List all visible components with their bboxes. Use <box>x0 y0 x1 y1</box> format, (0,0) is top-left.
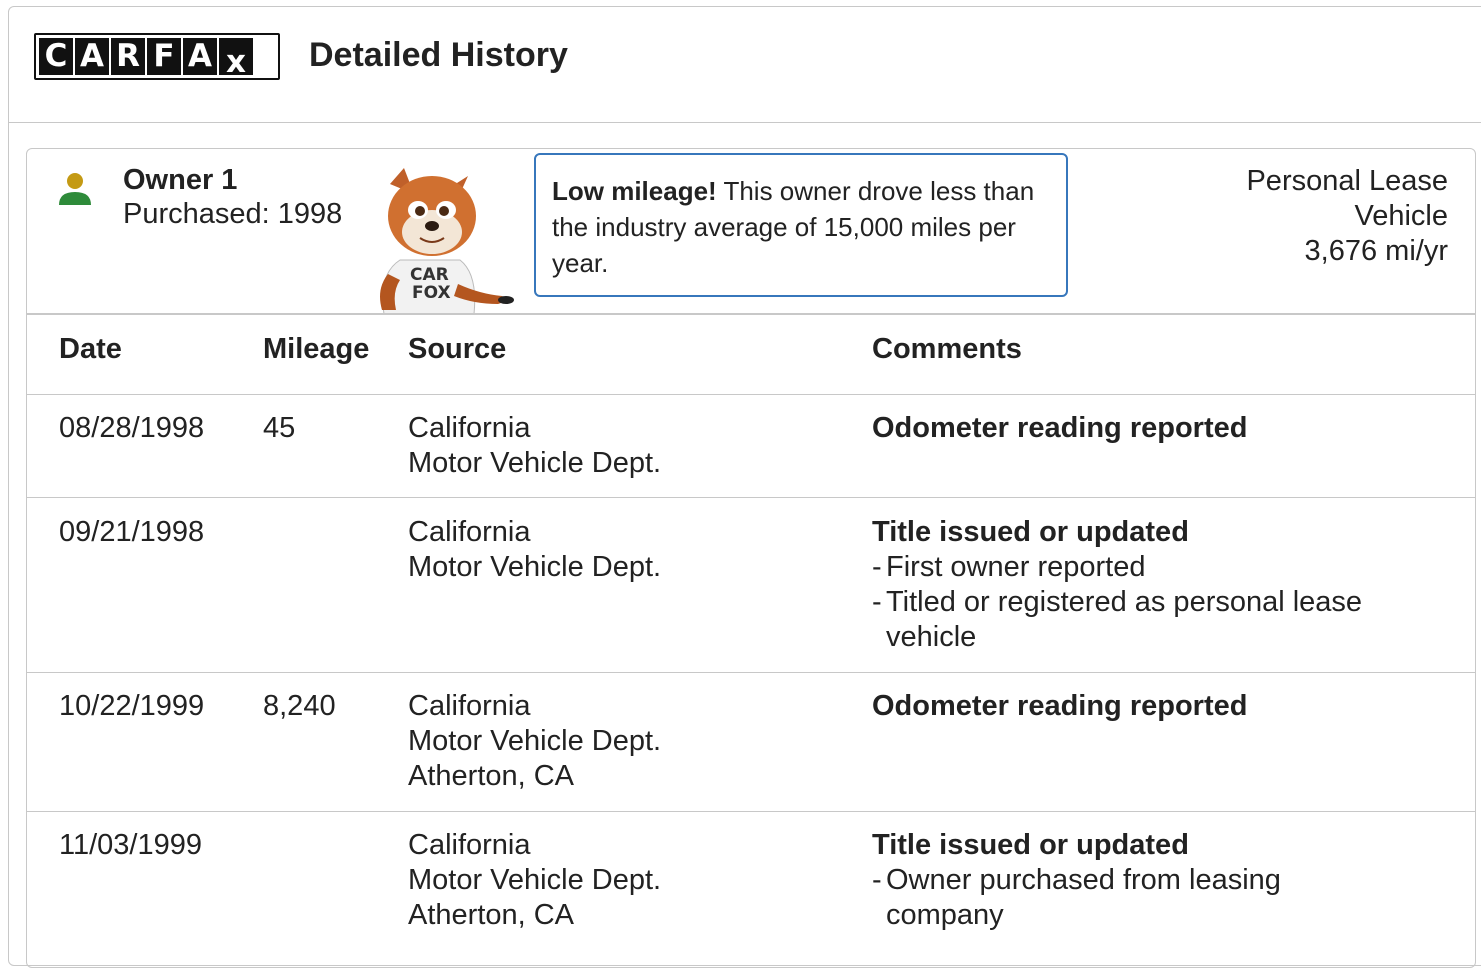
row-divider <box>27 672 1475 673</box>
row-date: 09/21/1998 <box>59 516 205 548</box>
row-date: 10/22/1999 <box>59 690 205 722</box>
col-header-mileage: Mileage <box>263 333 370 365</box>
row-comment-title: Title issued or updated <box>872 829 1189 861</box>
source-line: California <box>408 690 531 722</box>
source-line: Motor Vehicle Dept. <box>408 725 662 757</box>
usage-mileage: 3,676 mi/yr <box>1304 235 1448 267</box>
row-date: 08/28/1998 <box>59 412 205 444</box>
row-source: California Motor Vehicle Dept. Atherton,… <box>408 689 661 794</box>
row-mileage: 45 <box>263 412 296 444</box>
col-header-comments: Comments <box>872 333 1022 365</box>
row-comment: Title issued or updated Owner purchased … <box>872 828 1352 933</box>
row-date: 11/03/1999 <box>59 829 202 861</box>
source-line: Motor Vehicle Dept. <box>408 551 662 583</box>
person-icon <box>59 173 91 205</box>
low-mileage-callout: Low mileage! This owner drove less than … <box>534 153 1068 297</box>
col-header-date: Date <box>59 333 122 365</box>
row-comment-title: Odometer reading reported <box>872 412 1248 444</box>
row-comment: Title issued or updated First owner repo… <box>872 515 1432 655</box>
row-comment-title: Title issued or updated <box>872 516 1189 548</box>
logo-letter: R <box>111 38 145 75</box>
comment-items: Owner purchased from leasing company <box>872 863 1352 933</box>
carfax-logo: C A R F A x <box>34 33 280 80</box>
logo-letter: A <box>75 38 109 75</box>
row-divider <box>27 394 1475 395</box>
row-mileage: 8,240 <box>263 690 336 722</box>
source-line: Motor Vehicle Dept. <box>408 447 662 479</box>
usage-summary: Personal Lease Vehicle 3,676 mi/yr <box>1246 164 1448 269</box>
comment-items: First owner reported Titled or registere… <box>872 550 1432 655</box>
source-line: Motor Vehicle Dept. <box>408 864 662 896</box>
callout-heading: Low mileage! <box>552 176 717 206</box>
comment-item: First owner reported <box>872 550 1432 585</box>
svg-text:FOX: FOX <box>412 283 451 303</box>
col-header-source: Source <box>408 333 507 365</box>
row-source: California Motor Vehicle Dept. <box>408 411 661 481</box>
source-line: California <box>408 516 531 548</box>
source-line: California <box>408 829 531 861</box>
comment-item: Owner purchased from leasing company <box>872 863 1352 933</box>
row-source: California Motor Vehicle Dept. <box>408 515 661 585</box>
table-top-border <box>26 313 1476 315</box>
mascot-shirt-text: CAR <box>410 265 449 285</box>
row-divider <box>27 811 1475 812</box>
usage-type-line1: Personal Lease <box>1246 165 1448 197</box>
source-line: California <box>408 412 531 444</box>
owner-name: Owner 1 <box>123 164 238 196</box>
carfox-mascot: CAR FOX <box>380 168 514 314</box>
owner-purchased: Purchased: 1998 <box>123 198 343 230</box>
row-divider <box>27 497 1475 498</box>
logo-letter: C <box>39 38 73 75</box>
page-title: Detailed History <box>309 36 568 74</box>
source-line: Atherton, CA <box>408 760 575 792</box>
usage-type-line2: Vehicle <box>1354 200 1448 232</box>
source-line: Atherton, CA <box>408 899 575 931</box>
logo-letter: A <box>183 38 217 75</box>
logo-letter: F <box>147 38 181 75</box>
logo-letter: x <box>219 38 253 80</box>
comment-item: Titled or registered as personal lease v… <box>872 585 1432 655</box>
row-comment-title: Odometer reading reported <box>872 690 1248 722</box>
row-source: California Motor Vehicle Dept. Atherton,… <box>408 828 661 933</box>
